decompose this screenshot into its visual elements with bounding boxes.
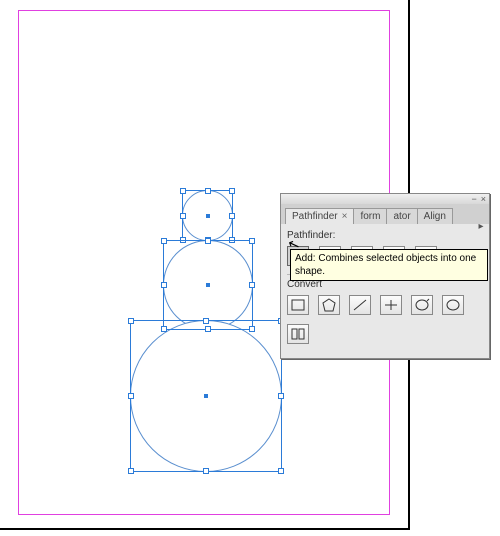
tab-pathfinder[interactable]: Pathfinder — [285, 208, 354, 224]
rect-shape-icon[interactable] — [287, 295, 309, 315]
minimize-icon[interactable]: − — [471, 194, 476, 204]
tooltip: Add: Combines selected objects into one … — [290, 249, 488, 281]
panel-tabs: Pathfinder form ator Align — [281, 204, 489, 224]
tab-transform[interactable]: form — [353, 208, 387, 224]
ellipse-shape-icon[interactable] — [442, 295, 464, 315]
ellipse-alt-icon[interactable] — [411, 295, 433, 315]
tab-align[interactable]: Align — [417, 208, 453, 224]
pathfinder-label: Pathfinder: — [287, 230, 483, 241]
page-shape-icon[interactable] — [287, 324, 309, 344]
line-shape-icon[interactable] — [349, 295, 371, 315]
selection-frame[interactable] — [182, 190, 233, 241]
polygon-shape-icon[interactable] — [318, 295, 340, 315]
plus-shape-icon[interactable] — [380, 295, 402, 315]
panel-titlebar[interactable]: − × — [281, 194, 489, 204]
panel-menu-icon[interactable]: ▸ — [475, 218, 487, 234]
selection-frame[interactable] — [130, 320, 282, 472]
tab-navigator[interactable]: ator — [386, 208, 417, 224]
selection-frame[interactable] — [163, 240, 253, 330]
close-icon[interactable]: × — [481, 194, 486, 204]
